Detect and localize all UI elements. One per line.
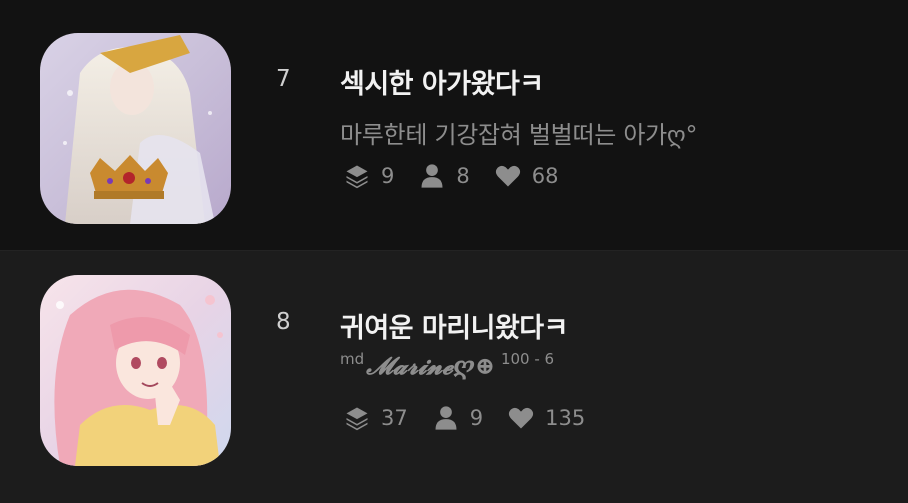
subtitle-prefix: md (340, 350, 365, 368)
subtitle-script: 𝓜𝓪𝓻𝓲𝓷𝓮ღ⊕ (366, 351, 495, 380)
likes-count: 68 (531, 164, 559, 188)
likes-stat: 135 (507, 404, 585, 432)
item-stats: 37 9 135 (343, 404, 609, 432)
episodes-stat: 9 (343, 162, 394, 190)
rank-number: 8 (276, 309, 291, 335)
users-count: 8 (456, 164, 470, 188)
likes-count: 135 (545, 406, 586, 430)
character-image (40, 33, 231, 224)
layers-icon (346, 407, 368, 431)
item-subtitle: 마루한테 기강잡혀 벌벌떠는 아가ღ° (340, 121, 698, 149)
layers-icon (346, 165, 368, 189)
episodes-count: 9 (381, 164, 395, 188)
subtitle-suffix: 100 - 6 (500, 350, 555, 368)
person-icon (435, 406, 457, 430)
episodes-count: 37 (381, 406, 408, 430)
character-image (40, 275, 231, 466)
heart-icon (495, 165, 520, 187)
person-icon (421, 164, 443, 188)
users-count: 9 (469, 406, 484, 430)
character-thumbnail[interactable] (40, 275, 231, 466)
rank-number: 7 (276, 66, 291, 92)
ranking-list: 7 섹시한 아가왔다ㅋ 마루한테 기강잡혀 벌벌떠는 아가ღ° 9 8 68 8… (0, 0, 908, 503)
heart-icon (508, 407, 534, 429)
item-stats: 9 8 68 (343, 162, 582, 190)
users-stat: 8 (418, 162, 470, 190)
character-thumbnail[interactable] (40, 33, 231, 224)
list-item[interactable]: 7 섹시한 아가왔다ㅋ 마루한테 기강잡혀 벌벌떠는 아가ღ° 9 8 68 (0, 0, 908, 250)
item-title[interactable]: 귀여운 마리니왔다ㅋ (340, 306, 568, 345)
item-subtitle: md 𝓜𝓪𝓻𝓲𝓷𝓮ღ⊕ 100 - 6 (340, 350, 555, 380)
likes-stat: 68 (494, 162, 559, 190)
users-stat: 9 (432, 404, 483, 432)
list-item[interactable]: 8 귀여운 마리니왔다ㅋ md 𝓜𝓪𝓻𝓲𝓷𝓮ღ⊕ 100 - 6 37 9 13… (0, 250, 908, 503)
item-title[interactable]: 섹시한 아가왔다ㅋ (340, 62, 544, 101)
episodes-stat: 37 (343, 404, 408, 432)
